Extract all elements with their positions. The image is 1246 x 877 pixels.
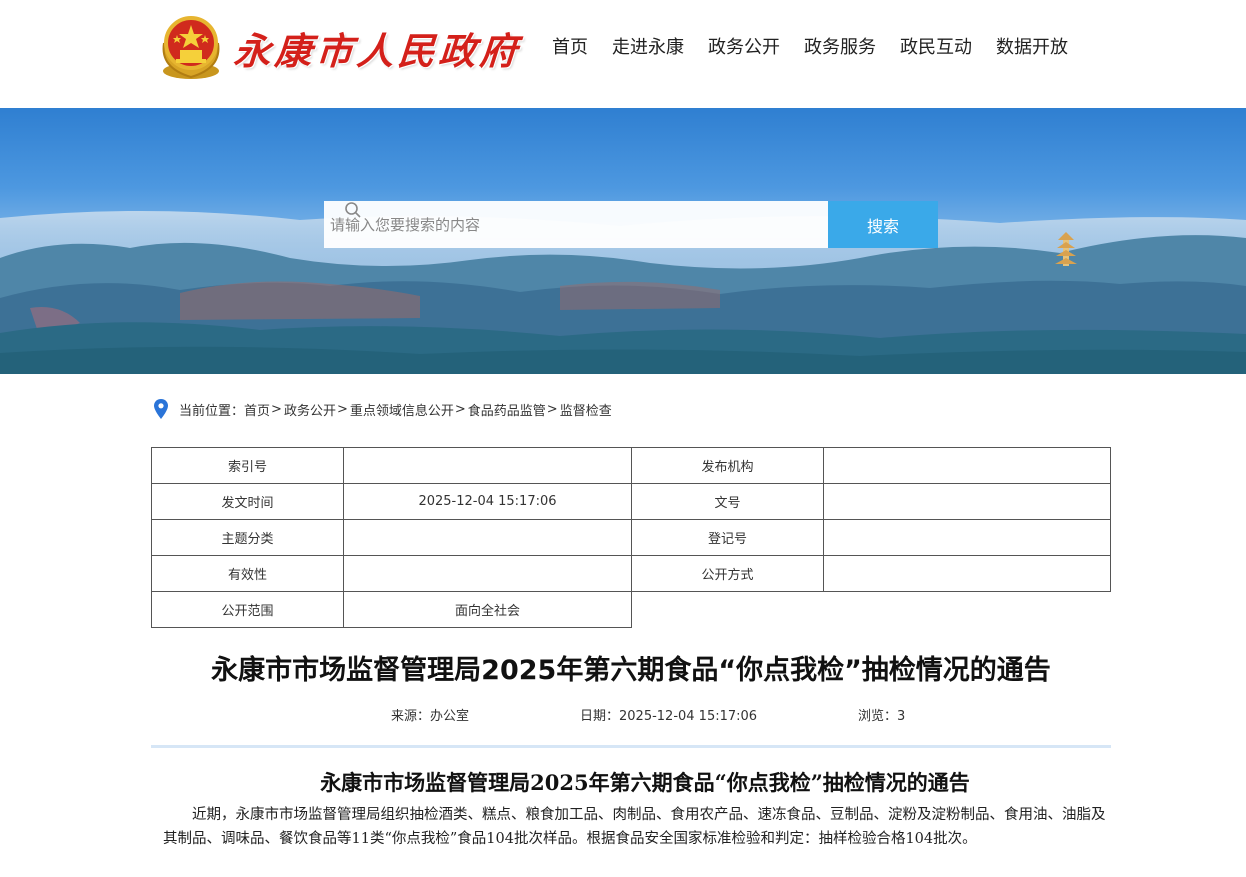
date-label: 发文时间 (151, 483, 344, 520)
breadcrumb-separator: > (454, 401, 466, 417)
national-emblem-icon (158, 13, 224, 83)
nav-item-about[interactable]: 走进永康 (612, 33, 684, 59)
search-button[interactable]: 搜索 (828, 201, 938, 248)
article-body-title: 永康市市场监督管理局2025年第六期食品“你点我检”抽检情况的通告 (320, 770, 970, 795)
open-method-value (823, 555, 1111, 592)
publisher-label: 发布机构 (631, 447, 824, 484)
table-row: 有效性 公开方式 (151, 555, 1111, 592)
breadcrumb-separator: > (271, 401, 282, 417)
date-value: 2025-12-04 15:17:06 (343, 483, 632, 520)
doc-no-value (823, 483, 1111, 520)
article-title: 永康市市场监督管理局2025年第六期食品“你点我检”抽检情况的通告 (211, 655, 1051, 686)
index-no-value (343, 447, 632, 484)
nav-item-open-data[interactable]: 数据开放 (996, 33, 1068, 59)
scope-label: 公开范围 (151, 591, 344, 628)
doc-no-label: 文号 (631, 483, 824, 520)
table-row: 主题分类 登记号 (151, 519, 1111, 556)
document-meta-table: 索引号 发布机构 发文时间 2025-12-04 15:17:06 文号 主题分… (151, 447, 1111, 628)
nav-item-services[interactable]: 政务服务 (804, 33, 876, 59)
breadcrumb-inspection[interactable]: 监督检查 (560, 400, 612, 419)
site-header: 永康市人民政府 首页 走进永康 政务公开 政务服务 政民互动 数据开放 (0, 0, 1246, 108)
breadcrumb-separator: > (546, 401, 558, 417)
article-date: 日期：2025-12-04 15:17:06 (580, 709, 758, 724)
nav-item-interaction[interactable]: 政民互动 (900, 33, 972, 59)
breadcrumb-key-areas[interactable]: 重点领域信息公开 (350, 400, 454, 419)
site-logo[interactable]: 永康市人民政府 (158, 12, 523, 84)
reg-no-label: 登记号 (631, 519, 824, 556)
validity-value (343, 555, 632, 592)
search-icon (345, 202, 361, 218)
breadcrumb-label: 当前位置： (179, 403, 245, 419)
reg-no-value (823, 519, 1111, 556)
scope-value: 面向全社会 (343, 591, 632, 628)
breadcrumb-gov-affairs[interactable]: 政务公开 (284, 400, 336, 419)
table-row: 发文时间 2025-12-04 15:17:06 文号 (151, 483, 1111, 520)
banner: 搜索 (0, 108, 1246, 374)
article-body-paragraph: 近期，永康市市场监督管理局组织抽检酒类、糕点、粮食加工品、肉制品、食用农产品、速… (163, 807, 1106, 847)
empty-cell (631, 591, 1111, 628)
search-input[interactable] (330, 215, 770, 234)
article-source: 来源：办公室 (391, 709, 470, 724)
topic-value (343, 519, 632, 556)
topic-label: 主题分类 (151, 519, 344, 556)
breadcrumb-home[interactable]: 首页 (244, 400, 270, 419)
breadcrumb-food-drug[interactable]: 食品药品监管 (468, 400, 546, 419)
nav-item-gov-affairs[interactable]: 政务公开 (708, 33, 780, 59)
location-pin-icon (154, 399, 168, 419)
breadcrumb: 当前位置： 首页 > 政务公开 > 重点领域信息公开 > 食品药品监管 > 监督… (153, 398, 612, 420)
breadcrumb-separator: > (336, 401, 348, 417)
article-views: 浏览：3 (858, 709, 906, 724)
divider (151, 745, 1111, 748)
index-no-label: 索引号 (151, 447, 344, 484)
search-box (324, 201, 828, 248)
validity-label: 有效性 (151, 555, 344, 592)
site-title: 永康市人民政府 (232, 29, 523, 73)
main-nav: 首页 走进永康 政务公开 政务服务 政民互动 数据开放 (540, 33, 1080, 59)
open-method-label: 公开方式 (631, 555, 824, 592)
nav-item-home[interactable]: 首页 (552, 33, 588, 59)
table-row: 索引号 发布机构 (151, 447, 1111, 484)
publisher-value (823, 447, 1111, 484)
table-row: 公开范围 面向全社会 (151, 591, 1111, 628)
